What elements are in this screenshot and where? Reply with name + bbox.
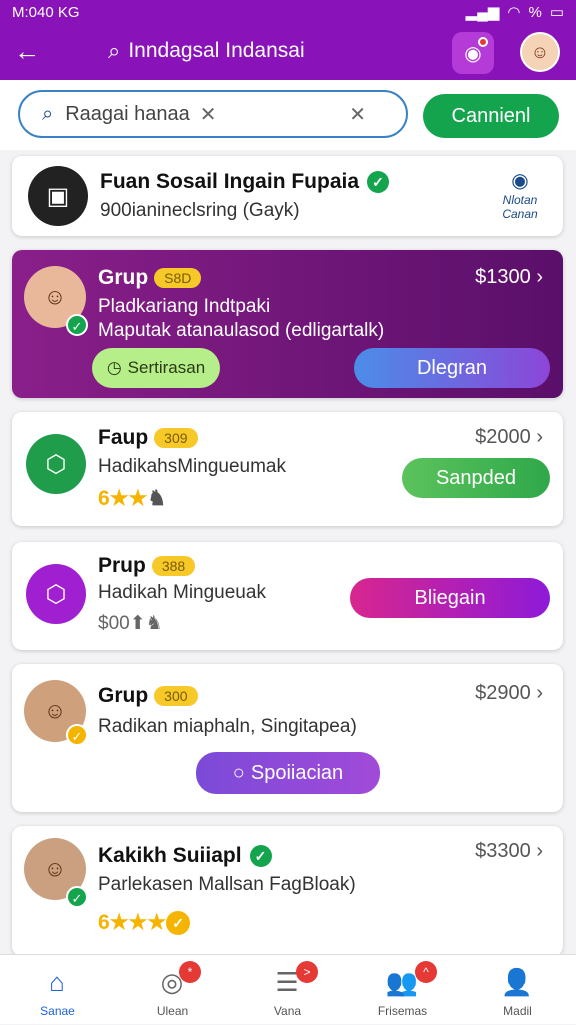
item-name: Prup [98, 554, 146, 577]
circle-icon: ○ [232, 761, 245, 784]
item-line1: Pladkariang Indtpaki [98, 296, 271, 317]
nav-item-madil[interactable]: 👤 Madil [460, 955, 575, 1025]
nav-badge: > [296, 961, 318, 983]
nav-item-vana[interactable]: ☰ > Vana [230, 955, 345, 1025]
app-bar: ← ⌕ Inndagsal Indansai ◉ ☺ [0, 24, 576, 80]
item-subtitle: Hadikah Mingueuak [98, 582, 266, 603]
item-subtitle: Parlekasen Mallsan FagBloak) [98, 874, 356, 895]
nav-label: Frisemas [377, 1004, 428, 1018]
item-name: Fuan Sosail Ingain Fupaia [100, 170, 360, 193]
clock-icon: ◷ [106, 358, 122, 377]
item-line2: Maputak atanaulasod (edligartalk) [98, 320, 385, 341]
verified-icon: ✓ [66, 724, 88, 746]
list-item[interactable]: ☺ ✓ Kakikh Suiiapl ✓ $3300 › Parlekasen M… [12, 826, 563, 956]
box-icon: ▣ [28, 166, 88, 226]
verified-icon: ✓ [66, 886, 88, 908]
price-note: $00 [98, 613, 130, 634]
nav-item-frisemas[interactable]: 👥 ^ Frisemas [345, 955, 460, 1025]
action-button[interactable]: Sanpded [402, 458, 550, 498]
clear-icon[interactable]: ✕ [200, 102, 217, 127]
item-subtitle: 900ianineclsring (Gayk) [100, 200, 300, 221]
nav-item-ulean[interactable]: ◎ * Ulean [115, 955, 230, 1025]
cube-icon: ⬡ [26, 434, 86, 494]
item-price: $3300 [475, 840, 531, 862]
chevron-right-icon: › [536, 426, 543, 448]
signal-icon: ▂▄▆ [465, 4, 500, 21]
rating-value: 6 [98, 911, 110, 934]
list-item-highlighted[interactable]: ☺ ✓ Grup S8D $1300 › Pladkariang Indtpaki… [12, 250, 563, 398]
search-icon: ⌕ [42, 102, 54, 125]
arrow-left-icon: ← [14, 36, 40, 66]
badge: 300 [154, 686, 198, 707]
home-icon: ⌂ [49, 967, 65, 997]
page-title: Inndagsal Indansai [128, 39, 305, 62]
badge: S8D [154, 268, 202, 289]
star-icon: ★★★ [109, 911, 167, 934]
side-label: Nlotan Canan [502, 193, 538, 221]
list-item[interactable]: ⬡ Prup 388 Hadikah Mingueuak $00⬆♞ Bliega… [12, 542, 563, 650]
nav-label: Vana [273, 1004, 302, 1018]
camera-button[interactable]: ◉ [452, 32, 494, 74]
wifi-icon: ◠ [507, 4, 521, 21]
battery-icon: ▭ [549, 4, 564, 21]
badge: 309 [154, 428, 198, 449]
nav-label: Madil [503, 1004, 532, 1018]
search-icon: ⌕ [108, 38, 121, 63]
battery-label: % [528, 3, 542, 21]
rating-value: 6 [98, 487, 110, 510]
cancel-button[interactable]: Cannienl [423, 94, 559, 138]
chevron-right-icon: › [536, 840, 543, 862]
badge: 388 [151, 556, 196, 577]
list-item[interactable]: ☺ ✓ Grup 300 $2900 › Radikan miaphaln, Si… [12, 664, 563, 812]
nav-label: Ulean [156, 1004, 189, 1018]
item-price: $2000 [475, 426, 531, 448]
nav-item-sanae[interactable]: ⌂ Sanae [0, 955, 115, 1025]
item-subtitle: HadikahsMingueumak [98, 456, 286, 477]
verified-icon: ✓ [249, 845, 272, 868]
avatar[interactable]: ☺ [520, 32, 560, 72]
item-name: Faup [98, 426, 149, 449]
nav-badge: ^ [415, 961, 437, 983]
profile-icon: 👤 [500, 967, 534, 997]
list-item[interactable]: ⬡ Faup 309 $2000 › HadikahsMingueumak 6★★… [12, 412, 563, 526]
status-time: M:040 KG [12, 3, 80, 21]
search-input[interactable]: ⌕ Raagai hanaa ✕ ✕ [18, 90, 408, 138]
status-bar: M:040 KG ▂▄▆ ◠ % ▭ [0, 0, 576, 24]
chevron-right-icon: › [536, 682, 543, 704]
notification-dot [478, 37, 488, 47]
header-title: ⌕ Inndagsal Indansai [108, 38, 305, 64]
search-row: ⌕ Raagai hanaa ✕ ✕ Cannienl [0, 80, 576, 150]
bottom-nav: ⌂ Sanae ◎ * Ulean ☰ > Vana 👥 ^ Frisemas … [0, 954, 576, 1024]
verified-icon: ✓ [166, 911, 191, 936]
item-name: Kakikh Suiiapl [98, 844, 242, 867]
list-item[interactable]: ▣ Fuan Sosail Ingain Fupaia ✓ 900ianinecl… [12, 156, 563, 236]
action-button[interactable]: ○ Spoiiacian [196, 752, 380, 794]
cube-icon: ⬡ [26, 564, 86, 624]
nav-badge: * [179, 961, 201, 983]
chevron-right-icon: › [536, 266, 543, 288]
search-value: Raagai hanaa [65, 102, 190, 125]
item-subtitle: Radikan miaphaln, Singitapea) [98, 716, 357, 737]
action-button[interactable]: Dlegran [354, 348, 550, 388]
item-price: $1300 [475, 266, 531, 288]
item-price: $2900 [475, 682, 531, 704]
star-icon: ★★ [109, 487, 148, 510]
item-name: Grup [98, 266, 149, 289]
pin-icon: ⬆♞ [129, 613, 163, 634]
verified-icon: ✓ [66, 314, 88, 336]
action-button-label: Spoiiacian [250, 761, 344, 784]
action-button[interactable]: Bliegain [350, 578, 550, 618]
verified-icon: ✓ [367, 171, 390, 194]
status-chip[interactable]: ◷ Sertirasan [92, 348, 220, 388]
person-icon: ♞ [147, 487, 167, 510]
close-icon[interactable]: ✕ [349, 102, 366, 127]
location-icon: ◉ [511, 170, 529, 192]
item-name: Grup [98, 684, 149, 707]
status-chip-label: Sertirasan [127, 358, 206, 377]
back-button[interactable]: ← [12, 36, 42, 66]
nav-label: Sanae [40, 1004, 75, 1018]
